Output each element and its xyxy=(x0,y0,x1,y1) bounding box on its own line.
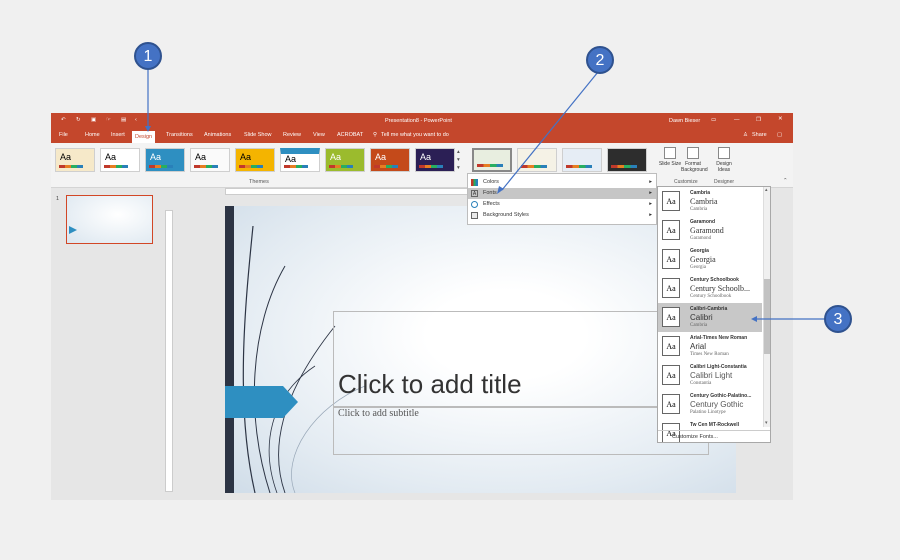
callout-badge-3: 3 xyxy=(824,305,852,333)
callout-badge-2: 2 xyxy=(586,46,614,74)
callout-pointer-lines xyxy=(145,70,824,322)
callout-badge-1: 1 xyxy=(134,42,162,70)
